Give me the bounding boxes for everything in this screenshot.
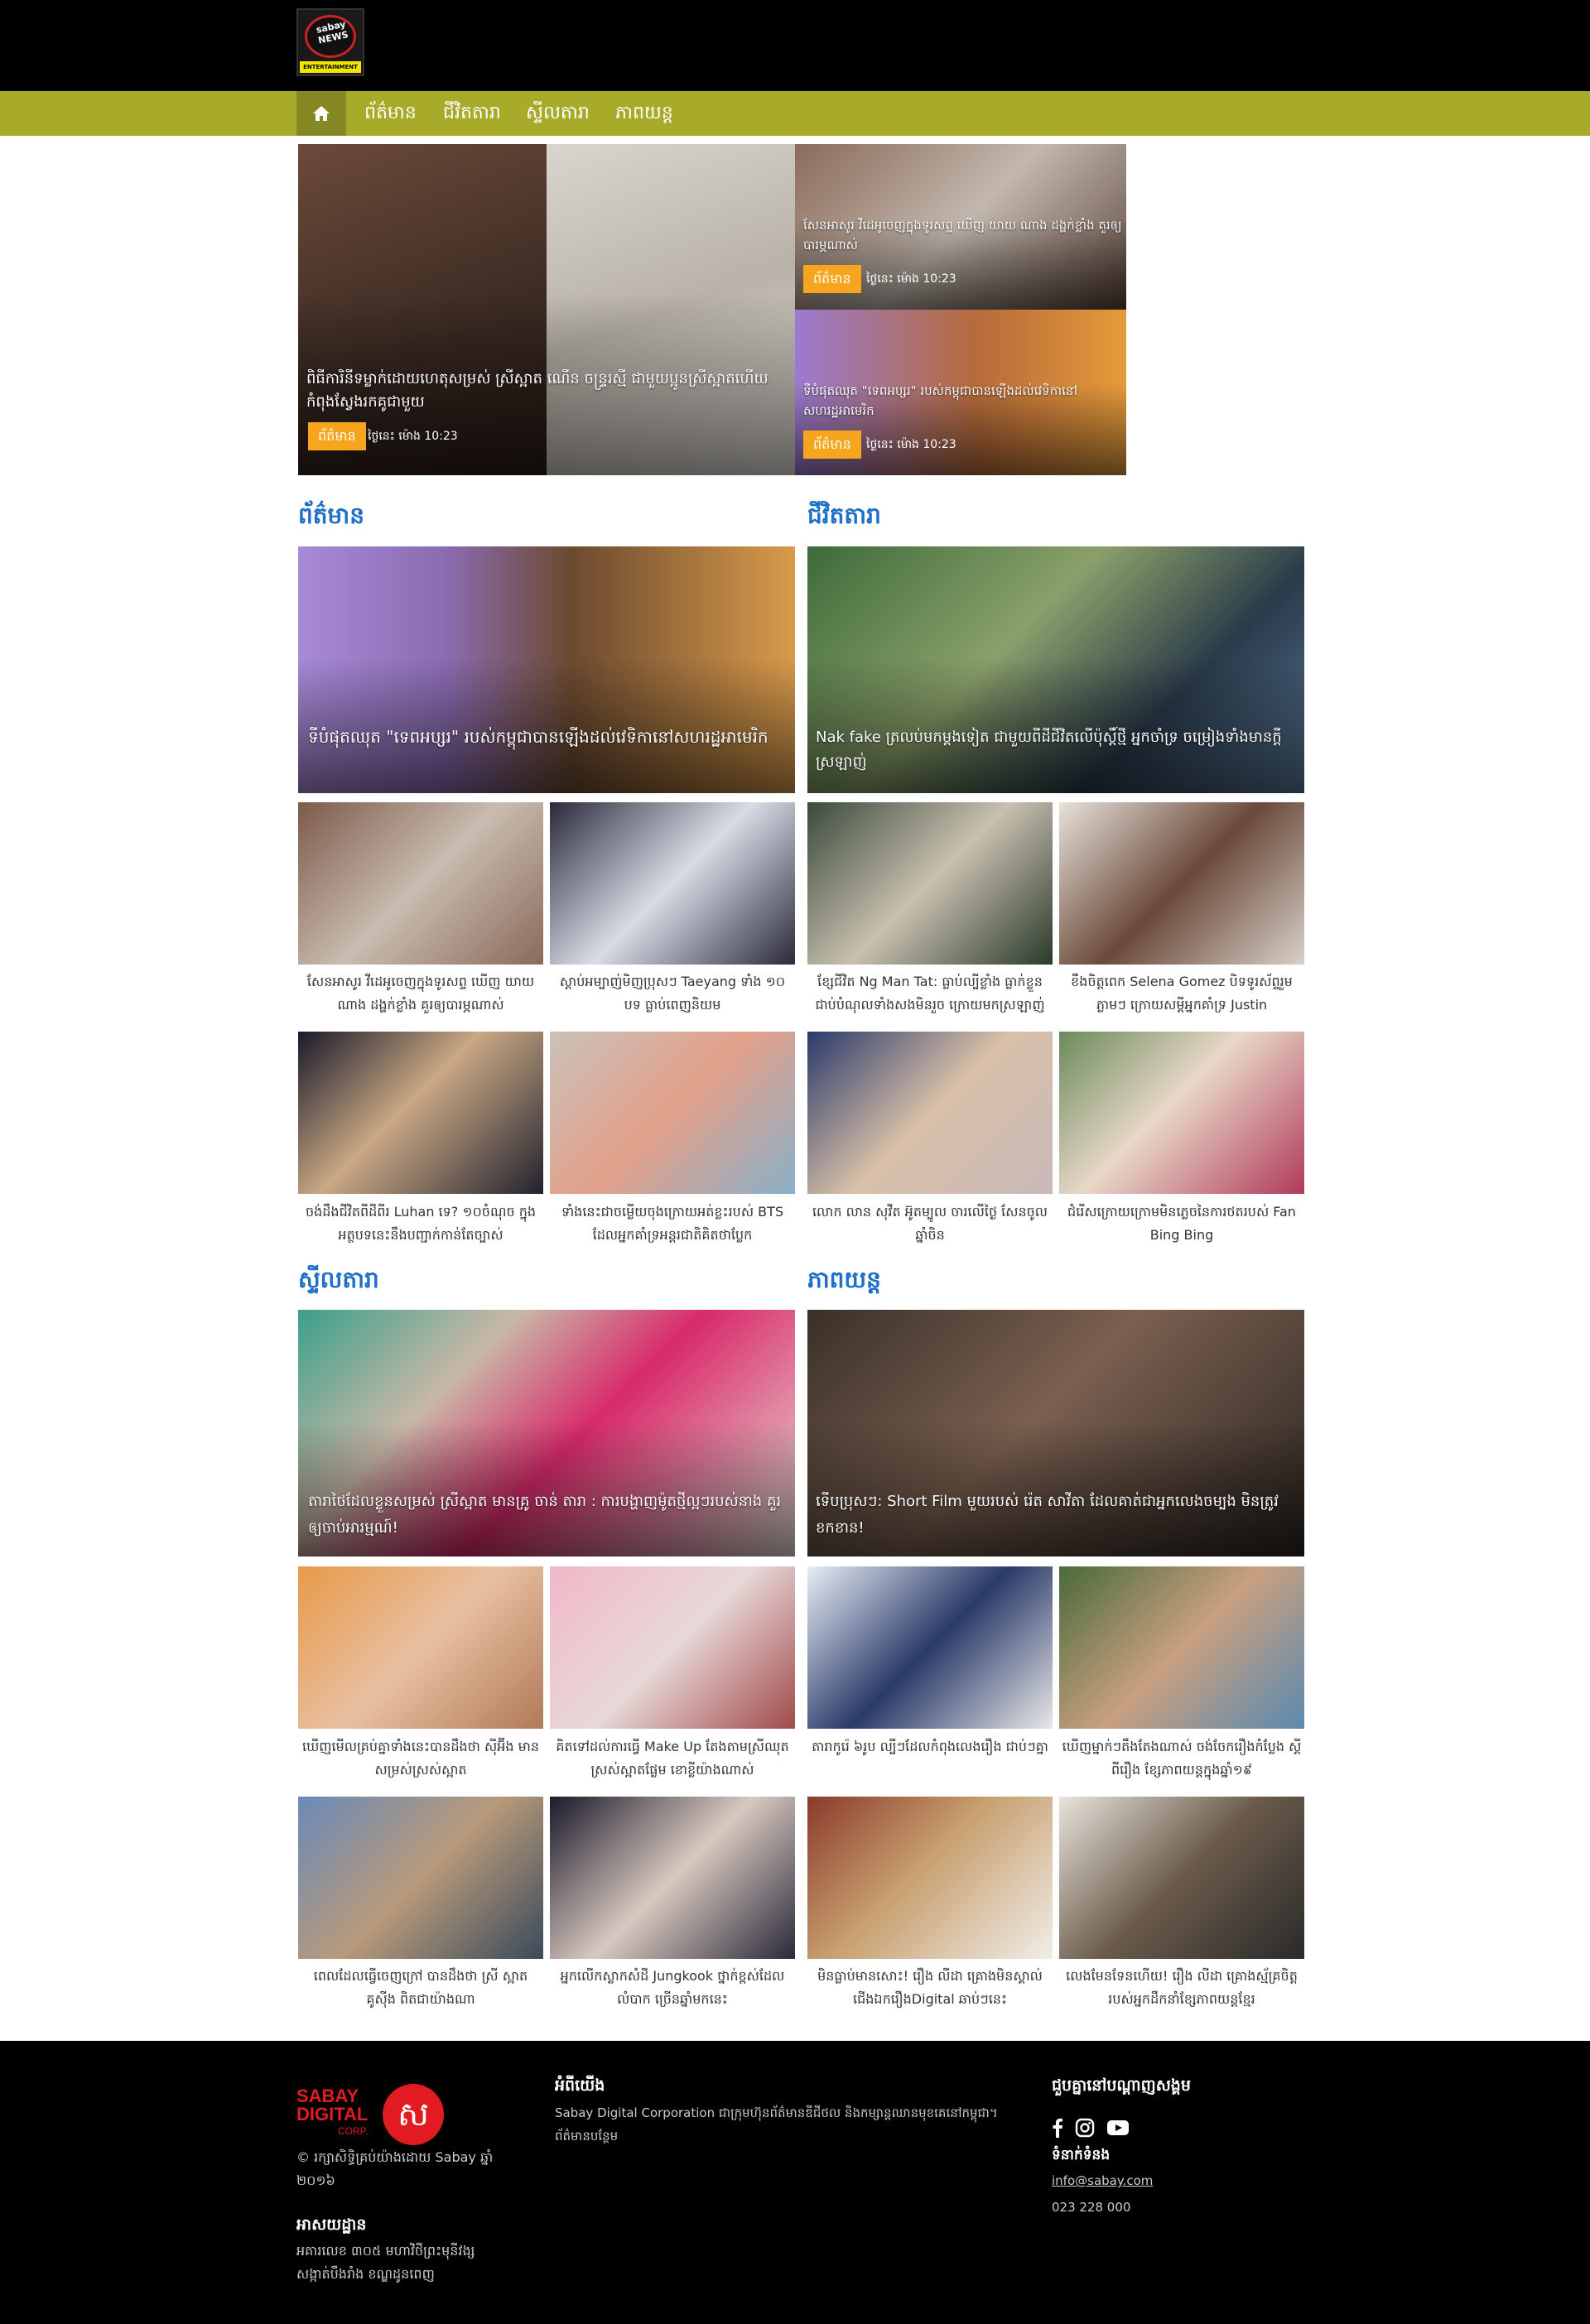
celebrity-life-thumb-3[interactable] (807, 1032, 1053, 1194)
celebrity-life-thumb-1-title[interactable]: ខ្សែជីវិត Ng Man Tat: ធ្លាប់ល្បីខ្លាំង ធ… (807, 970, 1053, 1017)
hero-main-title[interactable]: ពិធីការិនីទម្លាក់ដោយហេតុសម្រស់ ស្រីស្អាត… (306, 368, 787, 414)
section-title-movies[interactable]: ភាពយន្ត (807, 1265, 881, 1299)
footer-logo-line3: CORP. (338, 2125, 369, 2137)
footer-about-more-link[interactable]: ព័ត៌មានបន្ថែម (555, 2124, 618, 2148)
footer-about-text: Sabay Digital Corporation ជាក្រុមហ៊ុនព័ត… (555, 2105, 998, 2120)
movies-thumb-3[interactable] (807, 1797, 1053, 1959)
nav-item-celebrity-style[interactable]: ស្ទីលតារា (526, 91, 590, 136)
movies-thumb-2-title[interactable]: ឃើញម្នាក់ៗតឹងតែងណាស់ ចង់ចែករឿងកំប្លែង ស្… (1059, 1735, 1304, 1782)
hero-side-top-time: ថ្ងៃនេះ ម៉ោង 10:23 (866, 272, 956, 286)
main-navbar: ព័ត៌មាន ជីវិតតារា ស្ទីលតារា ភាពយន្ត (0, 91, 1590, 136)
celebrity-style-thumb-2-title[interactable]: គិតទៅដល់ការធ្វើ Make Up តែងតាមស្រីឈុត ស្… (550, 1735, 795, 1782)
instagram-icon[interactable] (1075, 2118, 1095, 2141)
nav-item-news[interactable]: ព័ត៌មាន (364, 91, 417, 136)
movies-thumb-4-title[interactable]: លេងមែនទែនហើយ! រឿង លីដា គ្រោងស្ម័គ្រចិត្ត… (1059, 1965, 1304, 2011)
hero-side-top-category-badge[interactable]: ព័ត៌មាន (803, 265, 861, 293)
hero-side-top-article[interactable]: សែនអាសូរ វីដេអូចេញក្នុងទូរសព្ទ ឃើញ យាយ ណ… (795, 144, 1126, 310)
news-thumb-1-title[interactable]: សែនអាសូរ វីដេអូចេញក្នុងទូរសព្ទ ឃើញ យាយ ណ… (298, 970, 543, 1017)
celebrity-life-thumb-1[interactable] (807, 802, 1053, 965)
footer-contact-title: ទំនាក់ទំនង (1052, 2147, 1111, 2163)
celebrity-style-thumb-1-title[interactable]: ឃើញមើលគ្រប់គ្នាទាំងនេះបានដឹងថា ស៊ីអ៊ីង ម… (298, 1735, 543, 1782)
celebrity-style-thumb-1[interactable] (298, 1566, 543, 1729)
news-feature-article[interactable]: ទីបំផុតឈុត "ទេពអប្សរ" របស់កម្ពុជាបានឡើងដ… (298, 546, 795, 793)
site-footer: SABAY DIGITAL CORP. ស © រក្សាសិទ្ធិគ្រប់… (0, 2041, 1590, 2324)
celebrity-style-thumb-2[interactable] (550, 1566, 795, 1729)
celebrity-style-thumb-3[interactable] (298, 1797, 543, 1959)
movies-feature-article[interactable]: ទើបប្រុសៗ: Short Film មួយរបស់ រ៉េត សាវីត… (807, 1310, 1304, 1557)
footer-about-title: អំពីយើង (555, 2076, 605, 2095)
nav-item-movies[interactable]: ភាពយន្ត (615, 91, 673, 136)
nav-item-celebrity-life[interactable]: ជីវិតតារា (443, 91, 501, 136)
celebrity-life-thumb-4[interactable] (1059, 1032, 1304, 1194)
section-title-celebrity-life[interactable]: ជីវិតតារា (807, 501, 881, 535)
celebrity-style-feature-article[interactable]: តារាថៃដែលខ្លួនសម្រស់ ស្រីស្អាត មានគ្រូ ច… (298, 1310, 795, 1557)
news-thumb-3-title[interactable]: ចង់ដឹងជីវិតពីដីពីរ Luhan ទេ? ១០ចំណុច ក្ន… (298, 1200, 543, 1247)
movies-thumb-3-title[interactable]: មិនធ្លាប់មានសោះ! រឿង លីដា គ្រោងមិនស្គាល់… (807, 1965, 1053, 2011)
logo-band: ENTERTAINMENT (300, 61, 361, 73)
news-thumb-3[interactable] (298, 1032, 543, 1194)
nav-home-button[interactable] (296, 91, 346, 136)
sabay-news-logo[interactable]: sabay NEWS ENTERTAINMENT (296, 8, 364, 76)
hero-side-bottom-title[interactable]: ទីបំផុតឈុត "ទេពអប្សរ" របស់កម្ពុជាបានឡើងដ… (803, 381, 1122, 421)
footer-logo-line2: DIGITAL (296, 2104, 369, 2124)
section-title-news[interactable]: ព័ត៌មាន (298, 501, 364, 535)
sabay-digital-logo[interactable]: SABAY DIGITAL CORP. ស (296, 2084, 454, 2148)
celebrity-style-feature-title[interactable]: តារាថៃដែលខ្លួនសម្រស់ ស្រីស្អាត មានគ្រូ ច… (308, 1489, 788, 1542)
movies-thumb-1[interactable] (807, 1566, 1053, 1729)
hero-main-article[interactable]: ពិធីការិនីទម្លាក់ដោយហេតុសម្រស់ ស្រីស្អាត… (298, 144, 795, 475)
news-feature-title[interactable]: ទីបំផុតឈុត "ទេពអប្សរ" របស់កម្ពុជាបានឡើងដ… (308, 723, 788, 751)
facebook-icon[interactable] (1052, 2118, 1063, 2141)
section-title-celebrity-style[interactable]: ស្ទីលតារា (298, 1265, 379, 1299)
footer-email-link[interactable]: info@sabay.com (1052, 2173, 1153, 2188)
youtube-icon[interactable] (1106, 2118, 1130, 2141)
celebrity-style-thumb-3-title[interactable]: ពេលដែលធ្វើចេញក្រៅ បានដឹងថា ស្រី ស្អាត គូ… (298, 1965, 543, 2011)
celebrity-life-thumb-3-title[interactable]: លោក លាន សុវីត អ៊ូតម្បូល ចារលើថ្ងៃ សែនចូល… (807, 1200, 1053, 1247)
hero-side-bottom-article[interactable]: ទីបំផុតឈុត "ទេពអប្សរ" របស់កម្ពុជាបានឡើងដ… (795, 310, 1126, 475)
hero-side-bottom-time: ថ្ងៃនេះ ម៉ោង 10:23 (866, 438, 956, 451)
hero-side-bottom-category-badge[interactable]: ព័ត៌មាន (803, 431, 861, 459)
home-icon (313, 106, 330, 121)
movies-feature-title[interactable]: ទើបប្រុសៗ: Short Film មួយរបស់ រ៉េត សាវីត… (816, 1489, 1300, 1542)
news-thumb-2[interactable] (550, 802, 795, 965)
footer-logo-mark: ស (383, 2084, 444, 2145)
news-thumb-1[interactable] (298, 802, 543, 965)
news-thumb-2-title[interactable]: ស្តាប់អម្បាញ់មិញប្រុសៗ Taeyang ទាំង ១០ ប… (550, 970, 795, 1017)
movies-thumb-2[interactable] (1059, 1566, 1304, 1729)
footer-address: អគារលេខ ៣០៥ មហាវិថីព្រះមុនីវង្ស សង្កាត់ប… (296, 2243, 475, 2282)
top-header: sabay NEWS ENTERTAINMENT (0, 0, 1590, 91)
footer-logo-line1: SABAY (296, 2086, 359, 2106)
celebrity-life-feature-article[interactable]: Nak fake ត្រលប់មកម្ដងទៀត ជាមួយពីដីជីវិតល… (807, 546, 1304, 793)
news-thumb-4-title[interactable]: ទាំងនេះជាចម្លើយចុងក្រោយអត់ខ្លះរបស់ BTS ដ… (550, 1200, 795, 1247)
news-thumb-4[interactable] (550, 1032, 795, 1194)
celebrity-life-thumb-2[interactable] (1059, 802, 1304, 965)
footer-address-title: អាសយដ្ឋាន (296, 2216, 367, 2234)
celebrity-life-thumb-2-title[interactable]: ខឹងចិត្តពេក Selena Gomez បិទទូរស័ព្ទរួម … (1059, 970, 1304, 1017)
celebrity-style-thumb-4-title[interactable]: អ្នកលើកស្លាកសំដី Jungkook ថ្នាក់ខ្ពស់ដែល… (550, 1965, 795, 2011)
movies-thumb-4[interactable] (1059, 1797, 1304, 1959)
hero-side-top-title[interactable]: សែនអាសូរ វីដេអូចេញក្នុងទូរសព្ទ ឃើញ យាយ ណ… (803, 215, 1122, 255)
footer-social-title: ជួបគ្នានៅបណ្តាញសង្គម (1052, 2076, 1191, 2095)
movies-thumb-1-title[interactable]: តារាកូរ៉េ ៦រូប ល្បីៗដែលកំពុងលេងរឿង ជាប់ៗ… (807, 1735, 1053, 1759)
footer-phone: 023 228 000 (1052, 2200, 1131, 2215)
hero-main-time: ថ្ងៃនេះ ម៉ោង 10:23 (368, 430, 458, 443)
footer-copyright: © រក្សាសិទ្ធិគ្រប់យ៉ាងដោយ Sabay ឆ្នាំ ២០… (296, 2149, 494, 2188)
celebrity-style-thumb-4[interactable] (550, 1797, 795, 1959)
celebrity-life-feature-title[interactable]: Nak fake ត្រលប់មកម្ដងទៀត ជាមួយពីដីជីវិតល… (816, 725, 1300, 775)
hero-main-category-badge[interactable]: ព័ត៌មាន (308, 422, 366, 450)
celebrity-life-thumb-4-title[interactable]: ជំរើសក្រោយក្រោមមិនភ្លេចនៃការថតរបស់ Fan B… (1059, 1200, 1304, 1247)
